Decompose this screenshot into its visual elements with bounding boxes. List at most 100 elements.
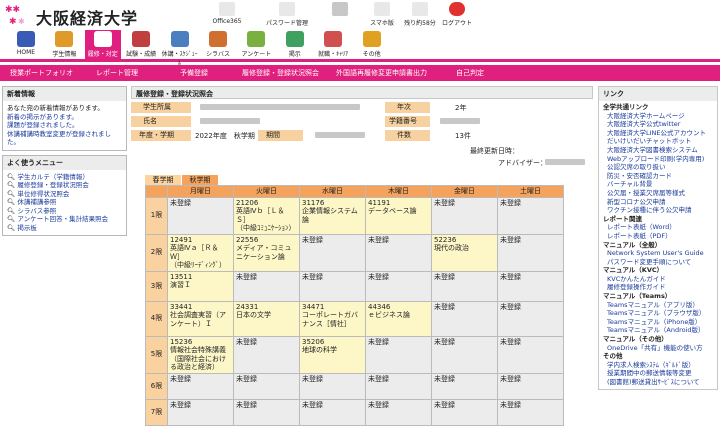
empty-cell[interactable]: 未登録	[497, 300, 564, 337]
tab-spring[interactable]: 春学期	[145, 175, 181, 185]
link-item[interactable]: Teamsマニュアル（アプリ版）	[603, 301, 713, 310]
cell-text: 15236 情報社会特殊講義（国際社会における政治と経済）	[170, 337, 226, 372]
nav-survey[interactable]: アンケート	[238, 30, 274, 61]
course-cell[interactable]: 21206 英語Ⅳｂ［Ｌ＆Ｓ］ （中級ｺﾐｭﾆｹｰｼｮﾝ）	[233, 196, 300, 235]
course-cell[interactable]: 44346 ｅビジネス論	[365, 300, 432, 337]
menu-item[interactable]: 🔍︎ 履修登録・登録状況照会	[7, 181, 122, 190]
empty-cell[interactable]: 未登録	[299, 372, 366, 400]
course-cell[interactable]: 15236 情報社会特殊講義（国際社会における政治と経済）	[167, 335, 234, 374]
nav-other[interactable]: その他	[354, 30, 390, 61]
menu-item[interactable]: 🔍︎ 掲示板	[7, 224, 122, 233]
empty-cell[interactable]: 未登録	[497, 233, 564, 272]
cell-text: 未登録	[500, 272, 521, 281]
empty-cell[interactable]: 未登録	[365, 270, 432, 302]
course-cell[interactable]: 13511 演習Ｉ	[167, 270, 234, 302]
link-item[interactable]: (図書館)郵送貸出ｻｰﾋﾞｽについて	[603, 378, 713, 387]
link-item[interactable]: パスワード変更手順について	[603, 258, 713, 267]
empty-cell[interactable]: 未登録	[299, 270, 366, 302]
link-item[interactable]: バーチャル背景	[603, 180, 713, 189]
subnav-portfolio[interactable]: 授業ポートフォリオ	[10, 68, 73, 78]
empty-cell[interactable]: 未登録	[299, 233, 366, 272]
link-item[interactable]: 大阪経済大学公式twitter	[603, 120, 713, 129]
empty-cell[interactable]: 未登録	[233, 398, 300, 426]
empty-cell[interactable]: 未登録	[233, 335, 300, 374]
empty-cell[interactable]: 未登録	[431, 372, 498, 400]
tab-autumn[interactable]: 秋学期	[182, 175, 218, 185]
course-cell[interactable]: 31176 企業情報システム論	[299, 196, 366, 235]
link-item[interactable]: レポート表紙（Word）	[603, 223, 713, 232]
password-tool[interactable]: パスワード管理	[265, 2, 309, 27]
menu-item[interactable]: 🔍︎ アンケート回答・集計結果照会	[7, 215, 122, 224]
empty-cell[interactable]: 未登録	[365, 233, 432, 272]
search-icon: 🔍︎	[7, 181, 18, 189]
link-item[interactable]: 履修登録操作ガイド	[603, 283, 713, 292]
course-cell[interactable]: 22556 メディア・コミュニケーション論	[233, 233, 300, 272]
menu-item[interactable]: 🔍︎ 学生カルテ（学籍情報）	[7, 173, 122, 182]
course-cell[interactable]: 33441 社会調査実習（アンケート）Ｉ	[167, 300, 234, 337]
course-cell[interactable]: 12491 英語Ⅳａ［Ｒ＆Ｗ］ （中級ﾘｰﾃﾞｨﾝｸﾞ）	[167, 233, 234, 272]
empty-cell[interactable]: 未登録	[431, 335, 498, 374]
menu-item[interactable]: 🔍︎ シラバス参照	[7, 207, 122, 216]
news-link[interactable]: 休講補講時教室変更が登録されました。	[7, 130, 122, 147]
link-item[interactable]: 大阪経済大学ホームページ	[603, 112, 713, 121]
empty-cell[interactable]: 未登録	[431, 270, 498, 302]
link-item[interactable]: 公認欠席の取り扱い	[603, 163, 713, 172]
course-cell[interactable]: 52236 現代の政治	[431, 233, 498, 272]
subnav-self-check[interactable]: 自己判定	[456, 68, 484, 78]
empty-cell[interactable]: 未登録	[497, 196, 564, 235]
link-item[interactable]: 新型コロナ公欠申請	[603, 198, 713, 207]
nav-home[interactable]: HOME	[8, 30, 44, 61]
news-link[interactable]: 課題が登録されました。	[7, 121, 122, 130]
nav-board[interactable]: 掲示	[277, 30, 313, 61]
subnav-foreign-language[interactable]: 外国語再履修変更申請書出力	[336, 68, 427, 78]
nav-student[interactable]: 学生情報	[46, 30, 82, 61]
empty-cell[interactable]: 未登録	[431, 300, 498, 337]
nav-career[interactable]: 就職・ｷｬﾘｱ	[315, 30, 351, 61]
empty-cell[interactable]: 未登録	[497, 335, 564, 374]
course-cell[interactable]: 35206 地球の科学	[299, 335, 366, 374]
menu-item[interactable]: 🔍︎ 休講補講参照	[7, 198, 122, 207]
nav-label: 掲示	[288, 51, 301, 58]
empty-cell[interactable]: 未登録	[167, 372, 234, 400]
empty-cell[interactable]: 未登録	[431, 196, 498, 235]
link-item[interactable]: 大阪経済大学LINE公式アカウント	[603, 129, 713, 138]
link-item[interactable]: レポート表紙（PDF）	[603, 232, 713, 241]
empty-cell[interactable]: 未登録	[431, 398, 498, 426]
empty-cell[interactable]: 未登録	[167, 196, 234, 235]
link-item[interactable]: ワクチン接種に伴う公欠申請	[603, 206, 713, 215]
subnav-registration[interactable]: 履修登録・登録状況照会	[242, 68, 319, 78]
link-item[interactable]: Webアップロード印刷(学内専用)	[603, 155, 713, 164]
link-item[interactable]: Teamsマニュアル（Android版）	[603, 326, 713, 335]
menu-item[interactable]: 🔍︎ 単位修得状況照会	[7, 190, 122, 199]
news-link[interactable]: 新着の掲示があります。	[7, 113, 122, 122]
office365-tool[interactable]: Office365	[205, 2, 249, 25]
empty-cell[interactable]: 未登録	[497, 372, 564, 400]
course-cell[interactable]: 34471 コーポレートガバナンス［情社］	[299, 300, 366, 337]
nav-syllabus[interactable]: シラバス	[200, 30, 236, 61]
subnav-report[interactable]: レポート管理	[96, 68, 138, 78]
empty-cell[interactable]: 未登録	[497, 270, 564, 302]
link-item[interactable]: 大阪経済大学図書検索システム	[603, 146, 713, 155]
empty-cell[interactable]: 未登録	[365, 398, 432, 426]
link-item[interactable]: OneDrive「共有」機能の使い方	[603, 344, 713, 353]
course-cell[interactable]: 24331 日本の文学	[233, 300, 300, 337]
empty-cell[interactable]: 未登録	[167, 398, 234, 426]
logout-tool[interactable]: ログアウト	[435, 2, 479, 27]
empty-cell[interactable]: 未登録	[233, 372, 300, 400]
nav-exam[interactable]: 試験・成績	[123, 30, 159, 61]
subnav-prereg[interactable]: 予備登録	[180, 68, 208, 78]
nav-course[interactable]: 履修・対定	[84, 30, 121, 61]
link-item[interactable]: 授業期間中の郵送情報等変更	[603, 369, 713, 378]
empty-cell[interactable]: 未登録	[365, 335, 432, 374]
link-item[interactable]: 公欠届・授業欠席届等様式	[603, 189, 713, 198]
nav-schedule[interactable]: 休講・ｽｹｼﾞｭｰﾙ	[162, 30, 198, 67]
user-tool[interactable]	[318, 2, 362, 18]
empty-cell[interactable]: 未登録	[365, 372, 432, 400]
link-item[interactable]: だいけいだいチャットボット	[603, 137, 713, 146]
link-item[interactable]: Network System User's Guide	[603, 249, 713, 258]
empty-cell[interactable]: 未登録	[233, 270, 300, 302]
empty-cell[interactable]: 未登録	[497, 398, 564, 426]
course-cell[interactable]: 41191 データベース論	[365, 196, 432, 235]
link-item[interactable]: Teamsマニュアル（ブラウザ版）	[603, 309, 713, 318]
empty-cell[interactable]: 未登録	[299, 398, 366, 426]
